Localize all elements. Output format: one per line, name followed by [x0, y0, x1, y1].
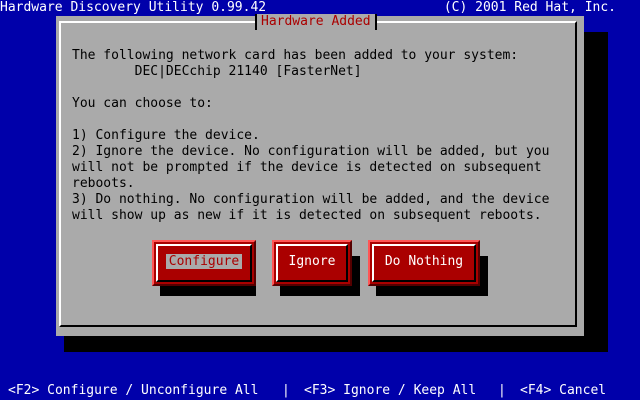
- dialog-message-line: 1) Configure the device.: [72, 128, 260, 143]
- dialog-message-line: You can choose to:: [72, 96, 213, 111]
- do-nothing-button-label: Do Nothing: [384, 254, 464, 269]
- hint-separator: |: [498, 383, 506, 398]
- hardware-added-dialog: Hardware Added The following network car…: [56, 14, 584, 336]
- dialog-message-line: reboots.: [72, 176, 135, 191]
- device-name: DEC|DECchip 21140 [FasterNet]: [72, 64, 362, 79]
- copyright-text: (C) 2001 Red Hat, Inc.: [443, 0, 616, 15]
- dialog-title: Hardware Added: [255, 14, 377, 30]
- f4-cancel-hint[interactable]: <F4> Cancel: [520, 383, 606, 399]
- hint-separator: |: [282, 383, 290, 398]
- ignore-button-label: Ignore: [288, 254, 336, 269]
- f2-configure-all-hint[interactable]: <F2> Configure / Unconfigure All: [8, 383, 258, 399]
- bottom-hint-bar: <F2> Configure / Unconfigure All | <F3> …: [0, 383, 640, 399]
- dialog-message-line: will not be prompted if the device is de…: [72, 160, 542, 175]
- dialog-message-line: 2) Ignore the device. No configuration w…: [72, 144, 550, 159]
- dialog-message-line: 3) Do nothing. No configuration will be …: [72, 192, 550, 207]
- dialog-message-line: The following network card has been adde…: [72, 48, 519, 63]
- app-title: Hardware Discovery Utility 0.99.42: [0, 0, 267, 15]
- ignore-button[interactable]: Ignore: [272, 240, 352, 286]
- configure-button[interactable]: Configure: [152, 240, 256, 286]
- dialog-message-line: will show up as new if it is detected on…: [72, 208, 542, 223]
- configure-button-label: Configure: [165, 254, 243, 269]
- do-nothing-button[interactable]: Do Nothing: [368, 240, 480, 286]
- f3-ignore-all-hint[interactable]: <F3> Ignore / Keep All: [304, 383, 476, 399]
